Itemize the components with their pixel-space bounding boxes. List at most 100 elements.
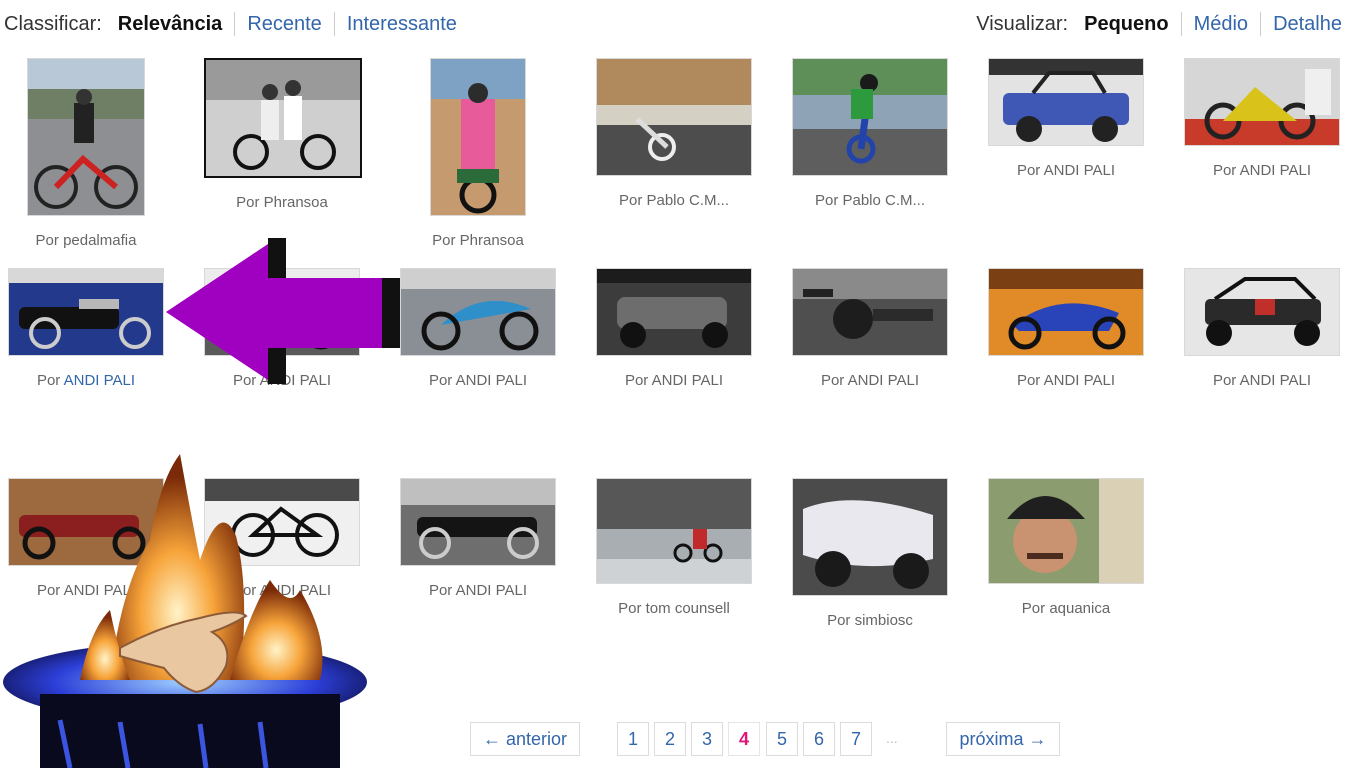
photo-author: ANDI PALI (1239, 372, 1312, 389)
photo-author: simbiosc (854, 612, 913, 629)
photo-author: ANDI PALI (259, 582, 332, 599)
page-button-2[interactable]: 2 (654, 722, 686, 756)
photo-thumbnail[interactable] (1184, 268, 1340, 356)
next-page-button[interactable]: próxima → (946, 722, 1060, 756)
photo-caption: Por ANDI PALI (232, 582, 332, 599)
photo-tile: Por Pablo C.M... (596, 58, 752, 209)
photo-thumbnail[interactable] (596, 58, 752, 176)
photo-author: Pablo C.M... (842, 192, 926, 209)
photo-thumbnail[interactable] (988, 268, 1144, 356)
photo-author: pedalmafia (63, 232, 137, 249)
photo-author: ANDI PALI (455, 372, 528, 389)
sort-view-bar: Classificar: Relevância Recente Interess… (0, 0, 1366, 48)
photo-caption: Por ANDI PALI (1016, 372, 1116, 389)
photo-tile: Por Pablo C.M... (792, 58, 948, 209)
photo-thumbnail[interactable] (204, 58, 362, 178)
sort-label: Classificar: (4, 12, 102, 35)
photo-tile: Por ANDI PALI (1184, 268, 1340, 389)
photo-author: ANDI PALI (847, 372, 920, 389)
page-ellipsis: ... (886, 730, 898, 746)
photo-author: ANDI PALI (259, 372, 332, 389)
sort-option-relevance[interactable]: Relevância (118, 12, 235, 36)
photo-caption: Por ANDI PALI (36, 372, 136, 389)
photo-tile: Por ANDI PALI (1184, 58, 1340, 179)
page-button-5[interactable]: 5 (766, 722, 798, 756)
page-button-3[interactable]: 3 (691, 722, 723, 756)
view-option-small[interactable]: Pequeno (1084, 12, 1180, 36)
photo-thumbnail[interactable] (430, 58, 526, 216)
photo-tile: Por ANDI PALI (400, 268, 556, 389)
photo-thumbnail[interactable] (204, 268, 360, 356)
photo-tile: Por ANDI PALI (204, 478, 360, 599)
photo-tile: Por tom counsell (596, 478, 752, 617)
photo-author: ANDI PALI (455, 582, 528, 599)
photo-caption: Por ANDI PALI (624, 372, 724, 389)
photo-caption: Por aquanica (1021, 600, 1111, 617)
photo-thumbnail[interactable] (8, 478, 164, 566)
photo-author: ANDI PALI (651, 372, 724, 389)
view-option-detail[interactable]: Detalhe (1260, 12, 1354, 36)
photo-caption: Por Phransoa (432, 232, 524, 249)
photo-caption: Por ANDI PALI (1016, 162, 1116, 179)
photo-thumbnail[interactable] (596, 268, 752, 356)
photo-thumbnail[interactable] (596, 478, 752, 584)
photo-author-link[interactable]: ANDI PALI (64, 372, 135, 389)
view-label: Visualizar: (976, 12, 1069, 35)
photo-thumbnail[interactable] (27, 58, 145, 216)
photo-caption: Por ANDI PALI (1212, 372, 1312, 389)
photo-tile: Por ANDI PALI (988, 58, 1144, 179)
photo-thumbnail[interactable] (792, 268, 948, 356)
photo-tile: Por ANDI PALI (596, 268, 752, 389)
photo-thumbnail[interactable] (400, 268, 556, 356)
photo-caption: Por ANDI PALI (428, 372, 528, 389)
photo-caption: Por ANDI PALI (232, 372, 332, 389)
photo-author: aquanica (1049, 600, 1111, 617)
photo-author: ANDI PALI (63, 582, 136, 599)
photo-thumbnail[interactable] (792, 58, 948, 176)
page-button-6[interactable]: 6 (803, 722, 835, 756)
view-bar: Visualizar: Pequeno Médio Detalhe (976, 12, 1354, 36)
photo-tile: Por pedalmafia (8, 58, 164, 249)
photo-author: Pablo C.M... (646, 192, 730, 209)
photo-author: ANDI PALI (1043, 372, 1116, 389)
photo-author: Phransoa (263, 194, 328, 211)
photo-tile: Por Phransoa (204, 58, 362, 211)
page-button-1[interactable]: 1 (617, 722, 649, 756)
photo-caption: Por Pablo C.M... (814, 192, 926, 209)
photo-caption: Por ANDI PALI (1212, 162, 1312, 179)
photo-thumbnail[interactable] (988, 478, 1144, 584)
photo-tile: Por ANDI PALI (400, 478, 556, 599)
photo-thumbnail[interactable] (8, 268, 164, 356)
photo-caption: Por pedalmafia (35, 232, 137, 249)
page-button-current: 4 (728, 722, 760, 756)
photo-caption: Por Phransoa (236, 194, 328, 211)
photo-caption: Por tom counsell (618, 600, 730, 617)
photo-caption: Por Pablo C.M... (618, 192, 730, 209)
photo-thumbnail[interactable] (988, 58, 1144, 146)
photo-tile: Por ANDI PALI (8, 478, 164, 599)
photo-thumbnail[interactable] (1184, 58, 1340, 146)
photo-tile: Por ANDI PALI (204, 268, 360, 389)
page-button-7[interactable]: 7 (840, 722, 872, 756)
pagination: ← anterior 1 2 3 4 5 6 7 ... próxima → (0, 722, 1366, 756)
photo-thumbnail[interactable] (204, 478, 360, 566)
photo-tile: Por ANDI PALI (988, 268, 1144, 389)
photo-author: ANDI PALI (1239, 162, 1312, 179)
prev-page-button[interactable]: ← anterior (470, 722, 580, 756)
view-option-medium[interactable]: Médio (1180, 12, 1260, 36)
photo-thumbnail[interactable] (792, 478, 948, 596)
photo-author: Phransoa (459, 232, 524, 249)
sort-bar: Classificar: Relevância Recente Interess… (4, 12, 469, 36)
photo-thumbnail[interactable] (400, 478, 556, 566)
photo-caption: Por simbiosc (827, 612, 913, 629)
photo-author: ANDI PALI (1043, 162, 1116, 179)
photo-tile: Por ANDI PALI (8, 268, 164, 389)
sort-option-interesting[interactable]: Interessante (333, 12, 469, 36)
photo-tile: Por ANDI PALI (792, 268, 948, 389)
photo-tile: Por simbiosc (792, 478, 948, 629)
photo-caption: Por ANDI PALI (820, 372, 920, 389)
photo-tile: Por aquanica (988, 478, 1144, 617)
photo-tile: Por Phransoa (400, 58, 556, 249)
sort-option-recent[interactable]: Recente (234, 12, 334, 36)
photo-author: tom counsell (645, 600, 730, 617)
